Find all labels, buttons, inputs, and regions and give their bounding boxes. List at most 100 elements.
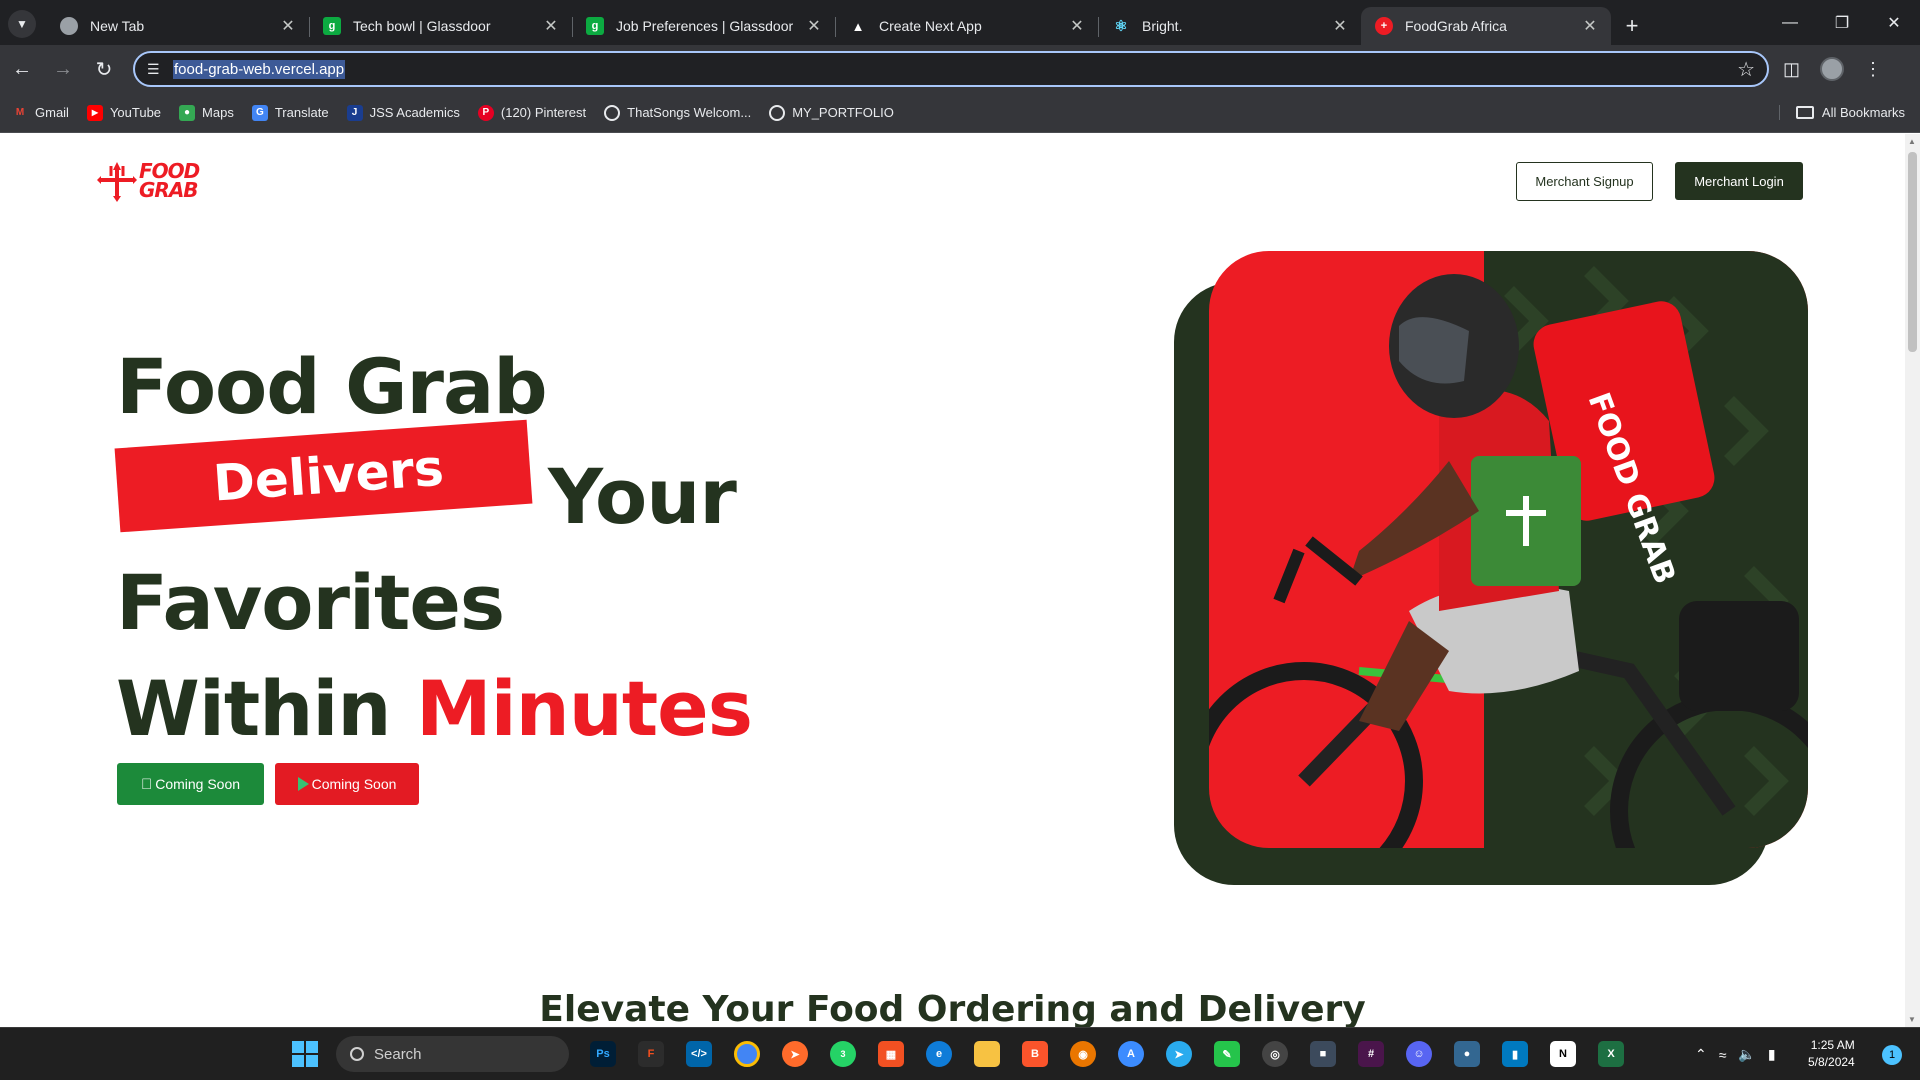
- hero-line-3: Favorites: [116, 558, 505, 647]
- app-store-button[interactable]:  Coming Soon: [117, 763, 264, 805]
- obs-icon[interactable]: ◎: [1262, 1041, 1288, 1067]
- page-scrollbar[interactable]: ▲ ▼: [1905, 134, 1920, 1027]
- tab-foodgrab-africa[interactable]: + FoodGrab Africa ✕: [1361, 7, 1611, 45]
- tab-bright[interactable]: ⚛ Bright. ✕: [1098, 7, 1361, 45]
- address-bar[interactable]: ☰ food-grab-web.vercel.app ☆: [133, 51, 1769, 87]
- close-icon[interactable]: ✕: [1331, 16, 1349, 36]
- bookmark-jss-academics[interactable]: J JSS Academics: [346, 104, 460, 121]
- tab-title: Bright.: [1142, 18, 1183, 34]
- figma-icon[interactable]: F: [638, 1041, 664, 1067]
- tab-tech-bowl[interactable]: g Tech bowl | Glassdoor ✕: [309, 7, 572, 45]
- all-bookmarks-button[interactable]: All Bookmarks: [1778, 105, 1905, 120]
- close-icon[interactable]: ✕: [805, 16, 823, 36]
- green-app-icon[interactable]: ✎: [1214, 1041, 1240, 1067]
- volume-icon[interactable]: 🔈: [1738, 1046, 1755, 1063]
- foodgrab-logo-mark-icon: [97, 162, 137, 202]
- merchant-signup-button[interactable]: Merchant Signup: [1516, 162, 1653, 201]
- bookmark-label: Maps: [202, 105, 234, 120]
- ribbon-text: Delivers: [211, 438, 446, 513]
- bookmark-translate[interactable]: G Translate: [251, 104, 329, 121]
- tab-title: Tech bowl | Glassdoor: [353, 18, 491, 34]
- logo-wordmark: FOOD GRAB: [139, 161, 200, 202]
- windows-start-icon[interactable]: [292, 1041, 318, 1067]
- bookmark-pinterest[interactable]: P (120) Pinterest: [477, 104, 587, 121]
- bookmark-my-portfolio[interactable]: MY_PORTFOLIO: [769, 104, 894, 121]
- taskbar-search[interactable]: Search: [336, 1036, 569, 1072]
- bookmark-label: MY_PORTFOLIO: [792, 105, 894, 120]
- bookmark-maps[interactable]: ● Maps: [179, 104, 234, 121]
- tab-search-button[interactable]: ▼: [8, 10, 36, 38]
- wifi-icon[interactable]: ≈: [1719, 1047, 1727, 1063]
- blender-icon[interactable]: ◉: [1070, 1041, 1096, 1067]
- app-icon[interactable]: A: [1118, 1041, 1144, 1067]
- postman-icon[interactable]: ➤: [782, 1041, 808, 1067]
- tab-title: Create Next App: [879, 18, 982, 34]
- restore-icon[interactable]: ❐: [1816, 0, 1868, 45]
- maps-icon: ●: [179, 104, 196, 121]
- bookmark-thatsongs[interactable]: ThatSongs Welcom...: [604, 104, 751, 121]
- taskbar-search-label: Search: [374, 1045, 422, 1063]
- file-explorer-icon[interactable]: [974, 1041, 1000, 1067]
- menu-kebab-icon[interactable]: ⋮: [1864, 59, 1882, 80]
- discord-icon[interactable]: ☺: [1406, 1041, 1432, 1067]
- site-info-icon[interactable]: ☰: [147, 61, 173, 78]
- merchant-login-button[interactable]: Merchant Login: [1675, 162, 1803, 200]
- logo-line-2: GRAB: [139, 178, 199, 202]
- hero-line-2-rest: Your: [548, 452, 737, 541]
- taskbar-clock[interactable]: 1:25 AM 5/8/2024: [1808, 1037, 1855, 1071]
- play-store-button[interactable]: Coming Soon: [275, 763, 419, 805]
- chrome-icon: [60, 17, 78, 35]
- whatsapp-icon[interactable]: 3: [830, 1041, 856, 1067]
- bookmark-youtube[interactable]: ▶ YouTube: [86, 104, 161, 121]
- tab-job-preferences[interactable]: g Job Preferences | Glassdoor ✕: [572, 7, 835, 45]
- app-store-button-label: Coming Soon: [149, 776, 240, 792]
- postgresql-icon[interactable]: ●: [1454, 1041, 1480, 1067]
- foodgrab-icon: +: [1375, 17, 1393, 35]
- profile-avatar[interactable]: [1820, 57, 1845, 81]
- scroll-up-icon[interactable]: ▲: [1908, 137, 1916, 146]
- scroll-down-icon[interactable]: ▼: [1908, 1015, 1916, 1024]
- reload-icon[interactable]: ↻: [85, 50, 123, 88]
- telegram-icon[interactable]: ➤: [1166, 1041, 1192, 1067]
- microsoft-store-icon[interactable]: ▦: [878, 1041, 904, 1067]
- foodgrab-logo[interactable]: FOOD GRAB: [97, 160, 200, 202]
- back-icon[interactable]: ←: [3, 50, 41, 88]
- notification-badge[interactable]: 1: [1882, 1045, 1902, 1065]
- chevron-up-icon[interactable]: ⌃: [1695, 1046, 1707, 1063]
- battery-icon[interactable]: ▮: [1768, 1046, 1776, 1063]
- chevron-down-icon: ▼: [16, 17, 28, 31]
- close-window-icon[interactable]: ✕: [1868, 0, 1920, 45]
- photoshop-icon[interactable]: Ps: [590, 1041, 616, 1067]
- close-icon[interactable]: ✕: [1068, 16, 1086, 36]
- system-tray: ⌃ ≈ 🔈 ▮: [1695, 1028, 1776, 1081]
- slack-icon[interactable]: #: [1358, 1041, 1384, 1067]
- edge-icon[interactable]: e: [926, 1041, 952, 1067]
- database-tool-icon[interactable]: ■: [1310, 1041, 1336, 1067]
- tab-new-tab[interactable]: New Tab ✕: [46, 7, 309, 45]
- excel-icon[interactable]: X: [1598, 1041, 1624, 1067]
- bookmarks-bar: M Gmail ▶ YouTube ● Maps G Translate J JSS Ac…: [0, 93, 1920, 133]
- chrome-taskbar-icon[interactable]: [734, 1041, 760, 1067]
- notion-icon[interactable]: N: [1550, 1041, 1576, 1067]
- close-icon[interactable]: ✕: [279, 16, 297, 36]
- scrollbar-thumb[interactable]: [1908, 152, 1917, 352]
- bookmark-gmail[interactable]: M Gmail: [12, 105, 69, 121]
- close-icon[interactable]: ✕: [542, 16, 560, 36]
- vscode-icon[interactable]: </>: [686, 1041, 712, 1067]
- youtube-icon: ▶: [86, 104, 103, 121]
- glassdoor-icon: g: [323, 17, 341, 35]
- close-icon[interactable]: ✕: [1581, 16, 1599, 36]
- bookmark-label: Gmail: [35, 105, 69, 120]
- url-text[interactable]: food-grab-web.vercel.app: [173, 59, 346, 79]
- forward-icon[interactable]: →: [44, 50, 82, 88]
- brave-icon[interactable]: B: [1022, 1041, 1048, 1067]
- all-bookmarks-label: All Bookmarks: [1821, 105, 1905, 120]
- tab-create-next-app[interactable]: ▲ Create Next App ✕: [835, 7, 1098, 45]
- window-controls: — ❐ ✕: [1764, 0, 1920, 45]
- minimize-icon[interactable]: —: [1764, 0, 1816, 45]
- bookmark-label: (120) Pinterest: [500, 105, 587, 120]
- trello-icon[interactable]: ▮: [1502, 1041, 1528, 1067]
- bookmark-star-icon[interactable]: ☆: [1737, 57, 1755, 82]
- new-tab-button[interactable]: +: [1617, 11, 1647, 41]
- extensions-icon[interactable]: ◫: [1783, 59, 1800, 80]
